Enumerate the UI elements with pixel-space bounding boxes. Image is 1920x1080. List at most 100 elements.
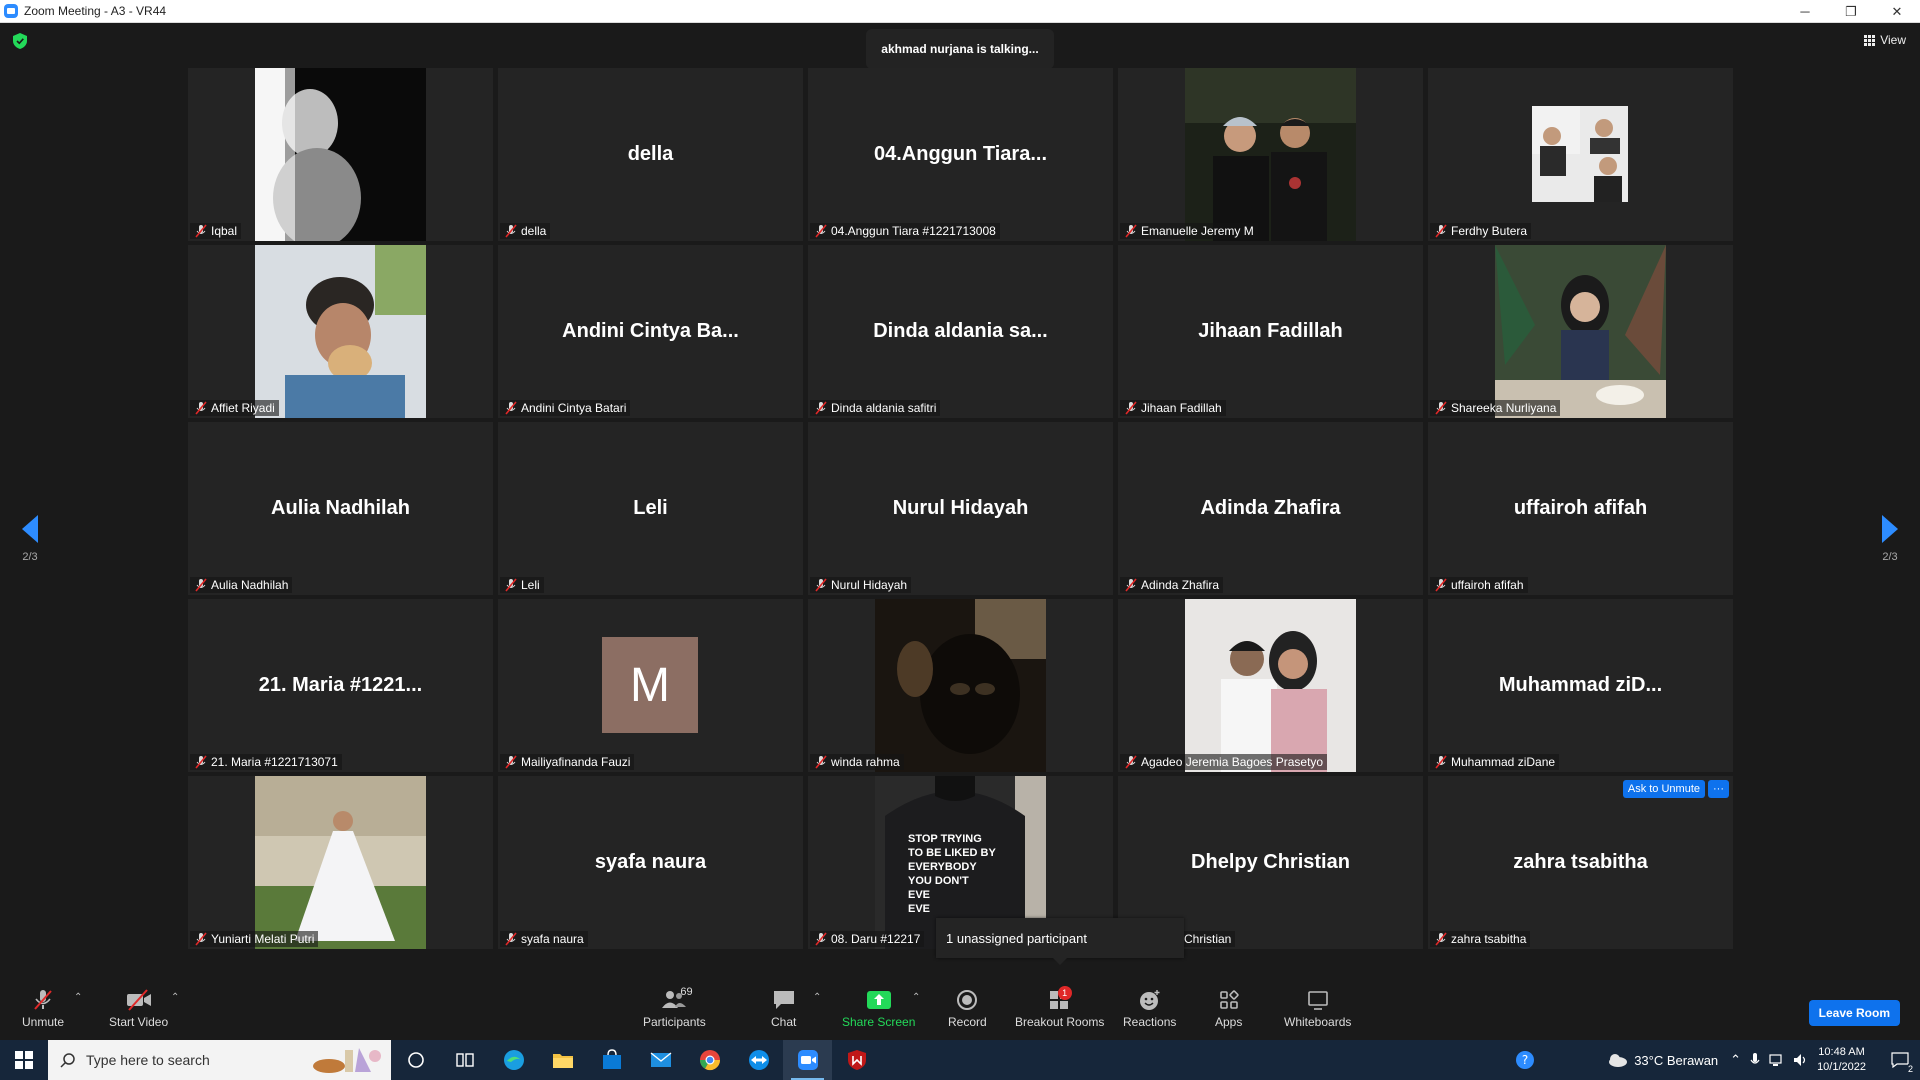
muted-mic-icon [1124,224,1138,238]
participant-tile[interactable]: Ferdhy Butera [1428,68,1733,241]
unmute-button[interactable]: Unmute [22,988,64,1029]
participant-name-label: uffairoh afifah [1430,577,1528,593]
reactions-button[interactable]: Reactions [1123,988,1176,1029]
task-view-button[interactable] [391,1040,440,1080]
chevron-up-icon[interactable]: ⌃ [1730,1052,1741,1068]
participant-tile[interactable]: Dinda aldania sa... Dinda aldania safitr… [808,245,1113,418]
breakout-rooms-button[interactable]: 1 Breakout Rooms [1015,986,1104,1029]
participant-name-label: zahra tsabitha [1430,931,1531,947]
participant-tile[interactable]: uffairoh afifah uffairoh afifah [1428,422,1733,595]
previous-page-button[interactable]: 2/3 [10,515,50,563]
participant-tile[interactable]: Shareeka Nurliyana [1428,245,1733,418]
restore-button[interactable]: ❐ [1828,0,1874,23]
participant-tile[interactable]: 21. Maria #1221... 21. Maria #1221713071 [188,599,493,772]
muted-mic-icon [1124,401,1138,415]
participant-tile[interactable]: Emanuelle Jeremy M [1118,68,1423,241]
participant-name-label: Agadeo Jeremia Bagoes Prasetyo [1120,754,1328,770]
zoom-icon [797,1050,818,1070]
taskbar-search[interactable]: Type here to search [48,1040,391,1080]
participant-tile[interactable]: Affiet Riyadi [188,245,493,418]
video-off-icon [126,989,151,1011]
muted-mic-icon [194,224,208,238]
muted-mic-icon [194,755,208,769]
start-button[interactable] [0,1040,48,1080]
window-titlebar: Zoom Meeting - A3 - VR44 ─ ❐ ✕ [0,0,1920,23]
network-icon[interactable] [1769,1053,1785,1067]
participant-tile[interactable]: Aulia Nadhilah Aulia Nadhilah [188,422,493,595]
gallery-grid: Iqbal della della 04.Anggun Tiara... 04.… [188,68,1733,949]
weather-text[interactable]: 33°C Berawan [1634,1053,1718,1068]
chat-options-caret-icon[interactable]: ⌃ [813,992,821,1003]
participant-tile[interactable]: Adinda Zhafira Adinda Zhafira [1118,422,1423,595]
help-icon[interactable]: ? [1514,1049,1536,1071]
audio-options-caret-icon[interactable]: ⌃ [74,992,82,1003]
participant-tile[interactable]: Yuniarti Melati Putri [188,776,493,949]
participant-name-label: Aulia Nadhilah [190,577,293,593]
video-options-caret-icon[interactable]: ⌃ [171,992,179,1003]
minimize-button[interactable]: ─ [1782,0,1828,23]
participant-tile[interactable]: Agadeo Jeremia Bagoes Prasetyo [1118,599,1423,772]
task-view-button-2[interactable] [440,1040,489,1080]
taskbar-mail[interactable] [636,1040,685,1080]
apps-button[interactable]: Apps [1215,988,1242,1029]
chrome-icon [699,1050,720,1071]
taskbar-clock[interactable]: 10:48 AM 10/1/2022 [1817,1045,1866,1075]
muted-mic-icon [814,755,828,769]
whiteboards-button[interactable]: Whiteboards [1284,988,1351,1029]
next-page-button[interactable]: 2/3 [1870,515,1910,563]
muted-mic-icon [504,932,518,946]
chat-icon [773,991,794,1009]
share-options-caret-icon[interactable]: ⌃ [912,992,920,1003]
taskbar-chrome[interactable] [685,1040,734,1080]
taskbar-mcafee[interactable] [832,1040,881,1080]
participant-tile[interactable]: M Mailiyafinanda Fauzi [498,599,803,772]
participant-tile[interactable]: Nurul Hidayah Nurul Hidayah [808,422,1113,595]
ask-to-unmute-button[interactable]: Ask to Unmute [1622,780,1705,798]
muted-mic-icon [814,932,828,946]
record-icon [957,990,978,1010]
more-options-button[interactable]: ··· [1708,780,1729,798]
encryption-shield-icon[interactable] [13,33,27,49]
participant-tile[interactable]: della della [498,68,803,241]
taskbar-store[interactable] [587,1040,636,1080]
participant-display-name: Jihaan Fadillah [1198,320,1343,342]
muted-mic-icon [504,755,518,769]
speaker-icon[interactable] [1793,1053,1809,1067]
share-screen-button[interactable]: Share Screen [842,988,915,1029]
participants-button[interactable]: 69 Participants [643,986,706,1029]
chat-button[interactable]: Chat [771,988,796,1029]
microphone-icon[interactable] [1749,1052,1761,1068]
record-button[interactable]: Record [948,988,987,1029]
notification-center-button[interactable]: 2 [1880,1040,1920,1080]
teamviewer-icon [748,1050,769,1070]
taskbar-file-explorer[interactable] [538,1040,587,1080]
participant-display-name: 04.Anggun Tiara... [874,143,1047,165]
muted-mic-icon [504,578,518,592]
participant-name-label: 08. Daru #12217 [810,931,925,947]
view-button[interactable]: View [1864,33,1906,47]
leave-room-button[interactable]: Leave Room [1808,1000,1900,1026]
participant-tile[interactable]: Jihaan Fadillah Jihaan Fadillah [1118,245,1423,418]
participant-tile[interactable]: 04.Anggun Tiara... 04.Anggun Tiara #1221… [808,68,1113,241]
view-label: View [1880,33,1906,47]
participant-tile[interactable]: winda rahma [808,599,1113,772]
taskbar-zoom[interactable] [783,1040,832,1080]
start-video-button[interactable]: Start Video [109,988,168,1029]
unassigned-participant-tooltip: 1 unassigned participant [936,918,1184,965]
participant-tile[interactable]: Muhammad ziD... Muhammad ziDane [1428,599,1733,772]
taskbar-teamviewer[interactable] [734,1040,783,1080]
close-button[interactable]: ✕ [1874,0,1920,23]
participant-tile[interactable]: syafa naura syafa naura [498,776,803,949]
participant-name-label: Leli [500,577,544,593]
muted-mic-icon [1124,578,1138,592]
participant-tile[interactable]: Andini Cintya Ba... Andini Cintya Batari [498,245,803,418]
participant-tile[interactable]: Iqbal [188,68,493,241]
participant-name-label: Adinda Zhafira [1120,577,1224,593]
muted-mic-icon [1124,755,1138,769]
taskbar-edge[interactable] [489,1040,538,1080]
system-tray: ? 33°C Berawan ⌃ 10:48 AM 10/1/2022 2 [1514,1040,1920,1080]
participant-video [1185,68,1356,241]
participant-video [875,599,1046,772]
participant-tile[interactable]: zahra tsabitha Ask to Unmute ··· zahra t… [1428,776,1733,949]
participant-tile[interactable]: Leli Leli [498,422,803,595]
